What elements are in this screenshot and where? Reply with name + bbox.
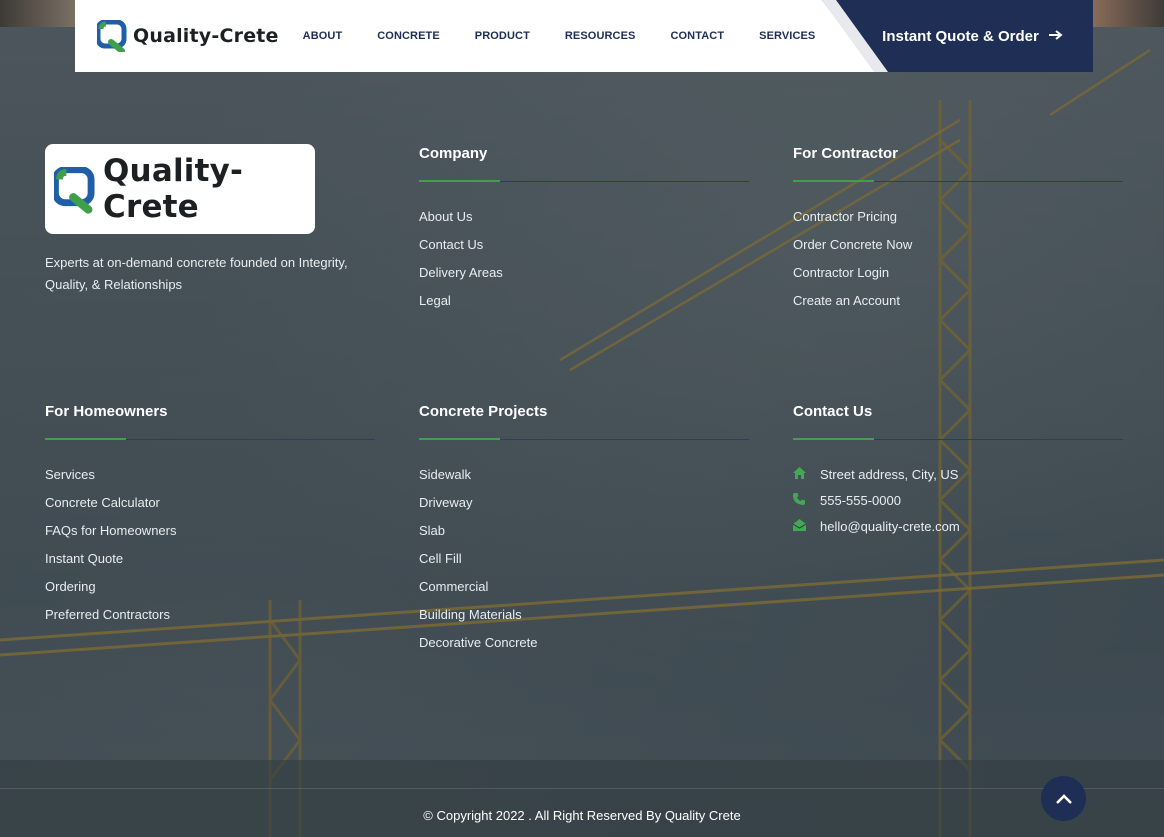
nav-item-about[interactable]: ABOUT: [303, 30, 343, 42]
contact-email[interactable]: hello@quality-crete.com: [792, 519, 960, 545]
logo-mark-icon: [95, 19, 129, 54]
nav-item-resources[interactable]: RESOURCES: [565, 30, 636, 42]
column-title-contractor: For Contractor: [793, 145, 898, 162]
link-about-us[interactable]: About Us: [419, 209, 503, 237]
site-header: Quality-Crete ABOUT CONCRETE PRODUCT RES…: [75, 0, 1093, 72]
column-title-contact: Contact Us: [793, 403, 873, 420]
footer-logo[interactable]: Quality-Crete: [45, 144, 315, 234]
contact-email-text: hello@quality-crete.com: [820, 519, 960, 534]
link-preferred-contractors[interactable]: Preferred Contractors: [45, 607, 177, 635]
link-order-concrete-now[interactable]: Order Concrete Now: [793, 237, 912, 265]
company-links: About Us Contact Us Delivery Areas Legal: [419, 209, 503, 321]
footer-column-contact: Contact Us Street address, City, US 555-…: [792, 403, 1123, 563]
link-services[interactable]: Services: [45, 467, 177, 495]
footer-logo-text: Quality-Crete: [103, 153, 244, 225]
link-delivery-areas[interactable]: Delivery Areas: [419, 265, 503, 293]
column-title-projects: Concrete Projects: [419, 403, 548, 420]
copyright-text: © Copyright 2022 . All Right Reserved By…: [423, 808, 741, 823]
main-nav: ABOUT CONCRETE PRODUCT RESOURCES CONTACT…: [303, 30, 851, 42]
footer-bottom-divider: [0, 788, 1164, 789]
contact-address-text: Street address, City, US: [820, 467, 959, 482]
footer-column-projects: Concrete Projects Sidewalk Driveway Slab…: [419, 403, 749, 663]
link-legal[interactable]: Legal: [419, 293, 503, 321]
column-divider-accent: [419, 438, 500, 440]
project-links: Sidewalk Driveway Slab Cell Fill Commerc…: [419, 467, 538, 663]
column-divider-accent: [793, 438, 874, 440]
link-driveway[interactable]: Driveway: [419, 495, 538, 523]
nav-item-services[interactable]: SERVICES: [759, 30, 815, 42]
strip-left-shade: [0, 0, 75, 27]
column-divider-accent: [793, 180, 874, 182]
chevron-up-icon: [1055, 789, 1072, 808]
link-contractor-pricing[interactable]: Contractor Pricing: [793, 209, 912, 237]
link-contact-us[interactable]: Contact Us: [419, 237, 503, 265]
header-logo[interactable]: Quality-Crete: [95, 19, 279, 54]
link-commercial[interactable]: Commercial: [419, 579, 538, 607]
nav-item-concrete[interactable]: CONCRETE: [377, 30, 440, 42]
strip-right-shade: [1092, 0, 1164, 27]
link-sidewalk[interactable]: Sidewalk: [419, 467, 538, 495]
contact-address: Street address, City, US: [793, 467, 960, 493]
contractor-links: Contractor Pricing Order Concrete Now Co…: [793, 209, 912, 321]
contact-phone[interactable]: 555-555-0000: [793, 493, 960, 519]
contact-phone-text: 555-555-0000: [820, 493, 901, 508]
brand-tagline: Experts at on-demand concrete founded on…: [45, 255, 348, 292]
homeowner-links: Services Concrete Calculator FAQs for Ho…: [45, 467, 177, 635]
link-instant-quote[interactable]: Instant Quote: [45, 551, 177, 579]
instant-quote-button[interactable]: Instant Quote & Order: [822, 0, 1093, 72]
column-divider-accent: [45, 438, 126, 440]
footer-logo-mark-icon: [51, 166, 98, 214]
column-title-homeowners: For Homeowners: [45, 403, 168, 420]
link-faqs-homeowners[interactable]: FAQs for Homeowners: [45, 523, 177, 551]
footer-column-company: Company About Us Contact Us Delivery Are…: [419, 145, 749, 308]
footer-column-homeowners: For Homeowners Services Concrete Calcula…: [45, 403, 375, 633]
scroll-to-top-button[interactable]: [1041, 776, 1086, 821]
link-concrete-calculator[interactable]: Concrete Calculator: [45, 495, 177, 523]
link-create-account[interactable]: Create an Account: [793, 293, 912, 321]
header-logo-text: Quality-Crete: [133, 25, 279, 47]
link-slab[interactable]: Slab: [419, 523, 538, 551]
envelope-icon: [792, 519, 820, 534]
link-building-materials[interactable]: Building Materials: [419, 607, 538, 635]
footer-column-contractor: For Contractor Contractor Pricing Order …: [793, 145, 1123, 308]
link-contractor-login[interactable]: Contractor Login: [793, 265, 912, 293]
column-title-company: Company: [419, 145, 488, 162]
contact-details: Street address, City, US 555-555-0000 he…: [792, 467, 960, 545]
link-ordering[interactable]: Ordering: [45, 579, 177, 607]
link-cell-fill[interactable]: Cell Fill: [419, 551, 538, 579]
link-decorative-concrete[interactable]: Decorative Concrete: [419, 635, 538, 663]
arrow-right-icon: [1048, 28, 1063, 44]
instant-quote-label: Instant Quote & Order: [882, 27, 1039, 45]
nav-item-product[interactable]: PRODUCT: [475, 30, 530, 42]
home-icon: [793, 467, 820, 482]
phone-icon: [793, 493, 820, 508]
nav-item-contact[interactable]: CONTACT: [670, 30, 724, 42]
column-divider-accent: [419, 180, 500, 182]
